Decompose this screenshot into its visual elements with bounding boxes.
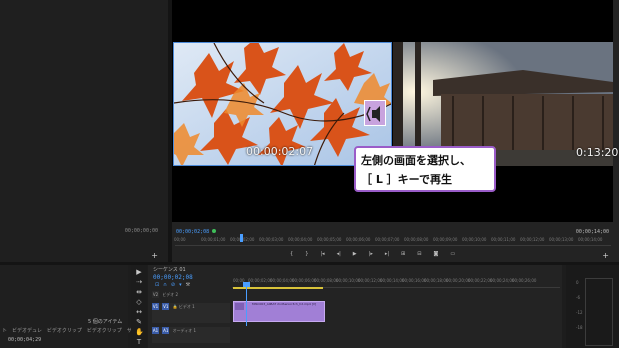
- razor-icon[interactable]: ◇: [135, 298, 143, 306]
- wrench-icon[interactable]: ⚒: [186, 282, 190, 288]
- snap-icon[interactable]: ∩: [163, 282, 167, 288]
- track-id[interactable]: V1: [162, 303, 170, 310]
- meter-label: -18: [576, 325, 583, 330]
- clip-label: MISC003_AliBAT 2ndSenior3ch_hd.mp4 [V]: [252, 302, 317, 306]
- callout-line-1: 左側の画面を選択し、: [361, 154, 471, 167]
- column-header[interactable]: ビデオクリップ: [47, 327, 82, 334]
- track-header-a1[interactable]: A1 A1 オーディオ 1: [152, 327, 230, 343]
- pm-tick: 00;00: [174, 237, 186, 242]
- duration-value: 00;00;04;29: [8, 337, 42, 343]
- pm-tick: 00;00;08;00: [404, 237, 429, 242]
- nest-icon[interactable]: ⊡: [155, 282, 159, 288]
- linked-select-icon[interactable]: ⊘: [171, 282, 175, 288]
- tl-tick: 00;00;04;00: [270, 278, 295, 283]
- add-icon[interactable]: +: [151, 251, 158, 260]
- slip-icon[interactable]: ↔: [135, 308, 143, 316]
- pm-tick: 00;00;01;00: [201, 237, 226, 242]
- lift-icon[interactable]: ⊞: [401, 251, 405, 259]
- speaker-cursor-icon: [366, 106, 380, 122]
- pm-tick: 00;00;14;00: [578, 237, 603, 242]
- project-panel: 00;00;00;00 +: [0, 0, 168, 262]
- right-overlay-timecode: 0:13:20: [576, 146, 619, 159]
- pm-tick: 00;00;10;00: [462, 237, 487, 242]
- column-header[interactable]: ト: [2, 327, 7, 334]
- pm-tick: 00;00;06;00: [346, 237, 371, 242]
- callout-line-2: ［ L ］キーで再生: [361, 173, 453, 186]
- column-header[interactable]: ビデオクリップ: [87, 327, 122, 334]
- track-header-v2[interactable]: V2 ビデオ 2: [152, 291, 230, 301]
- item-count: 5 個のアイテム: [88, 319, 123, 325]
- tl-tick: 00;00;22;00: [468, 278, 493, 283]
- column-headers: ト ビデオデュレ ビデオクリップ ビデオクリップ サ: [2, 327, 132, 334]
- lock-icon[interactable]: 🔒: [173, 304, 178, 309]
- project-timecode: 00;00;00;00: [124, 228, 158, 234]
- status-dot: [212, 229, 216, 233]
- monitor-playhead[interactable]: [240, 234, 243, 242]
- track-select-icon[interactable]: ⇢: [135, 278, 143, 286]
- tl-tick: 00;00;24;00: [490, 278, 515, 283]
- pm-tick: 00;00;12;00: [520, 237, 545, 242]
- pm-tick: 00;00;11;00: [491, 237, 516, 242]
- cursor-highlight: [364, 100, 386, 126]
- tl-tick: 00;00;02;00: [248, 278, 273, 283]
- mark-in-icon[interactable]: {: [290, 251, 293, 259]
- pm-tick: 00;00;09;00: [433, 237, 458, 242]
- track-label: ビデオ 2: [162, 292, 179, 297]
- clip-fx-badge: [235, 303, 244, 310]
- pen-icon[interactable]: ✎: [135, 318, 143, 326]
- timeline-timecode[interactable]: 00;00;02;08: [153, 274, 193, 281]
- export-frame-icon[interactable]: ◙: [433, 251, 438, 259]
- pm-tick: 00;00;03;00: [259, 237, 284, 242]
- selection-tool-icon[interactable]: ▶: [135, 268, 143, 276]
- tl-tick: 00;00;14;00: [380, 278, 405, 283]
- program-end-timecode: 00;00;14;00: [575, 229, 609, 235]
- step-forward-icon[interactable]: |▸: [369, 251, 373, 259]
- sequence-tab[interactable]: シーケンス 01: [153, 266, 186, 273]
- track-label: オーディオ 1: [172, 328, 197, 333]
- play-icon[interactable]: ▶: [353, 251, 357, 259]
- pm-tick: 00;00;05;00: [317, 237, 342, 242]
- meter-label: -6: [576, 295, 580, 300]
- go-to-in-icon[interactable]: |◂: [320, 251, 324, 259]
- tl-tick: 00;00;08;00: [314, 278, 339, 283]
- column-header[interactable]: ビデオデュレ: [12, 327, 42, 334]
- compare-icon[interactable]: ▭: [450, 251, 455, 259]
- program-current-timecode[interactable]: 00;00;02;08: [176, 229, 209, 235]
- pm-tick: 00;00;13;00: [549, 237, 574, 242]
- hand-icon[interactable]: ✋: [135, 328, 144, 336]
- go-to-out-icon[interactable]: ▸|: [385, 251, 389, 259]
- tl-tick: 00;00;20;00: [446, 278, 471, 283]
- tl-tick: 00;00;16;00: [402, 278, 427, 283]
- add-button-icon[interactable]: +: [602, 251, 609, 260]
- type-icon[interactable]: T: [135, 338, 143, 346]
- step-back-icon[interactable]: ◂|: [337, 251, 341, 259]
- tl-tick: 00;00;18;00: [424, 278, 449, 283]
- track-label: ビデオ 1: [178, 304, 195, 309]
- track-id[interactable]: A1: [162, 327, 170, 334]
- source-patch-v1[interactable]: V1: [152, 303, 159, 310]
- transport-controls: { } |◂ ◂| ▶ |▸ ▸| ⊞ ⊟ ◙ ▭: [290, 251, 455, 259]
- tl-tick: 00;00;12;00: [358, 278, 383, 283]
- ripple-edit-icon[interactable]: ⇹: [135, 288, 143, 296]
- left-overlay-timecode: 00:00:02:07: [246, 145, 313, 158]
- instruction-callout: 左側の画面を選択し、 ［ L ］キーで再生: [354, 146, 496, 192]
- source-patch-a1[interactable]: A1: [152, 327, 159, 334]
- meter-label: -12: [576, 310, 583, 315]
- meter-label: 0: [576, 280, 579, 285]
- tl-tick: 00;00;06;00: [292, 278, 317, 283]
- audio-meter: [585, 278, 613, 346]
- project-list-panel: [0, 265, 128, 348]
- extract-icon[interactable]: ⊟: [417, 251, 421, 259]
- marker-icon[interactable]: ▾: [179, 282, 182, 288]
- mark-out-icon[interactable]: }: [305, 251, 308, 259]
- timeline-options: ⊡ ∩ ⊘ ▾ ⚒: [155, 282, 190, 288]
- pm-tick: 00;00;04;00: [288, 237, 313, 242]
- track-header-v1[interactable]: V1 V1 🔒 ビデオ 1: [152, 303, 230, 323]
- track-id[interactable]: V2: [152, 291, 159, 298]
- timeline-playhead[interactable]: [246, 286, 247, 326]
- pm-tick: 00;00;07;00: [375, 237, 400, 242]
- tl-tick: 00;00;10;00: [336, 278, 361, 283]
- tl-tick: 00;00;26;00: [512, 278, 537, 283]
